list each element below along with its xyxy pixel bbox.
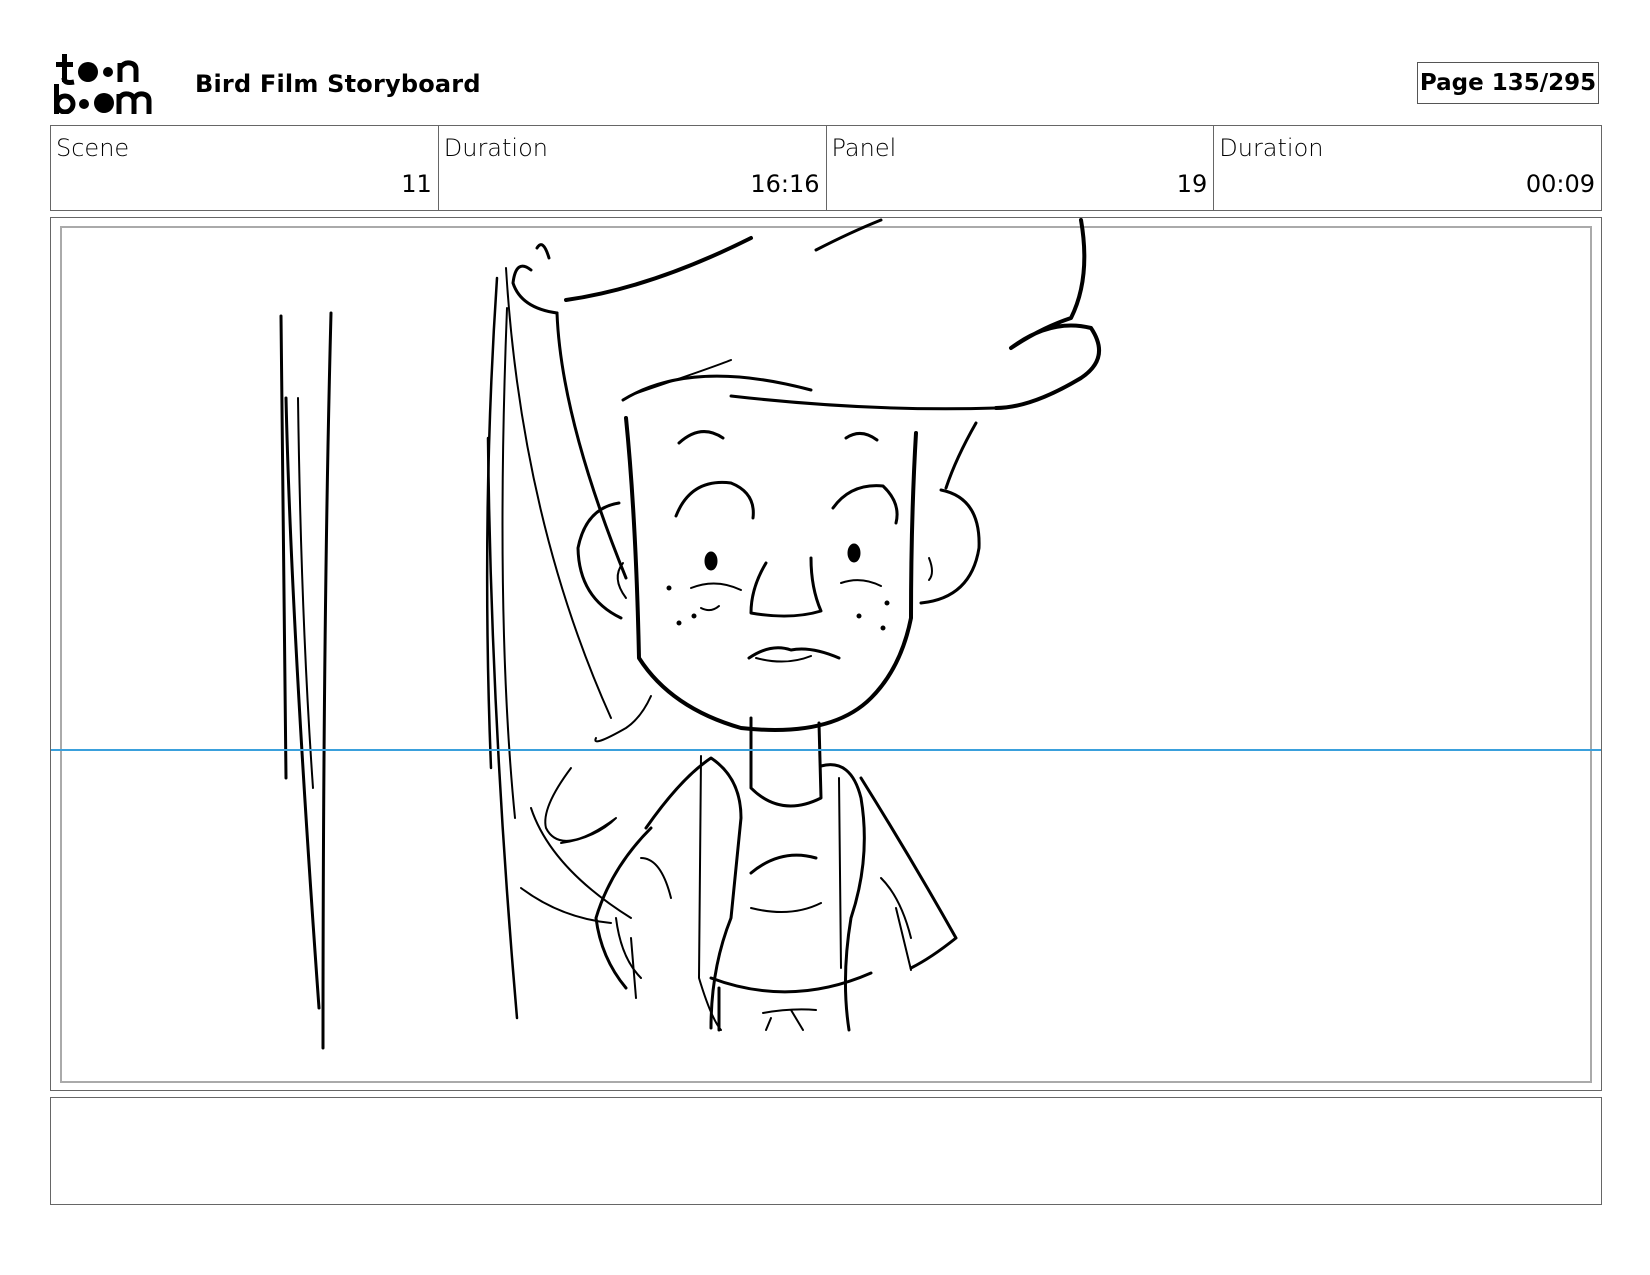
scene-info-table: Scene 11 Duration 16:16 Panel 19 Duratio…	[50, 125, 1602, 211]
scene-duration-cell: Duration 16:16	[439, 126, 827, 210]
toon-boom-logo	[54, 54, 152, 114]
scene-cell: Scene 11	[51, 126, 439, 210]
panel-cell: Panel 19	[827, 126, 1215, 210]
panel-duration-cell: Duration 00:09	[1214, 126, 1601, 210]
panel-label: Panel	[831, 134, 897, 162]
panel-sketch	[51, 218, 1601, 1050]
scene-duration-value: 16:16	[750, 170, 820, 198]
panel-notes-box	[50, 1097, 1602, 1205]
panel-duration-value: 00:09	[1525, 170, 1595, 198]
page-indicator: Page 135/295	[1417, 62, 1599, 104]
scene-duration-label: Duration	[443, 134, 548, 162]
document-title: Bird Film Storyboard	[195, 70, 481, 98]
scene-value: 11	[401, 170, 432, 198]
scene-label: Scene	[56, 134, 130, 162]
panel-duration-label: Duration	[1219, 134, 1324, 162]
panel-value: 19	[1176, 170, 1208, 198]
